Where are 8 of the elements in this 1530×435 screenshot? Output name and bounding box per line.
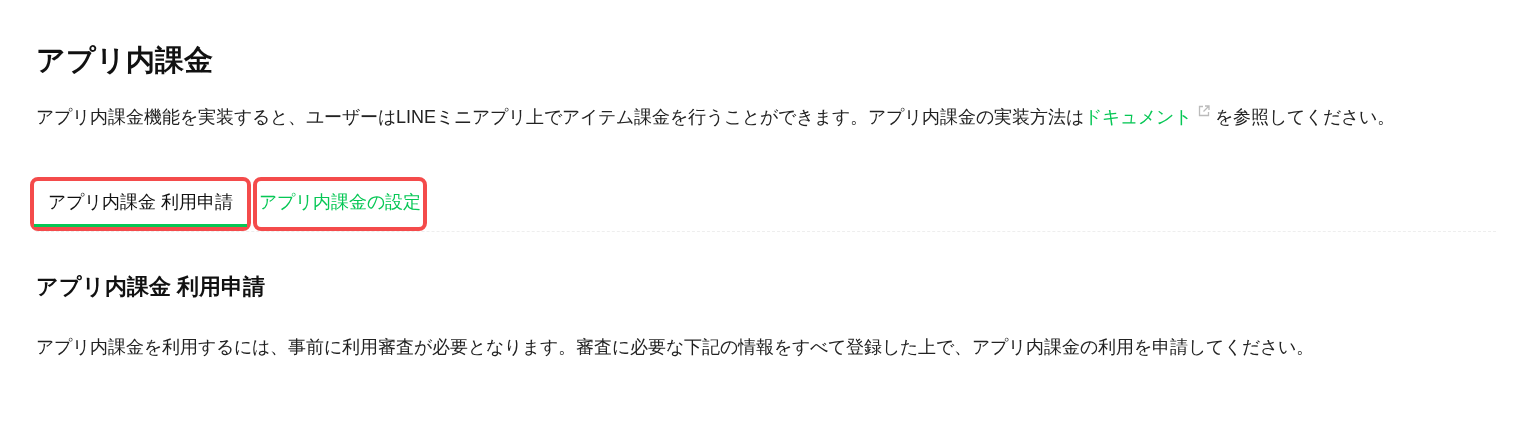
external-link-icon xyxy=(1198,105,1211,117)
description-text: アプリ内課金機能を実装すると、ユーザーはLINEミニアプリ上でアイテム課金を行うことができます。アプリ内課金の実装方法は ドキュメント を参照してください。 xyxy=(36,104,1397,129)
page-title: アプリ内課金 xyxy=(36,43,214,78)
document-link[interactable]: ドキュメント xyxy=(1084,107,1211,127)
section-text: アプリ内課金を利用するには、事前に利用審査が必要となります。審査に必要な下記の情報をすべて登録した上で、アプリ内課金の利用を申請してください。 xyxy=(36,336,1315,359)
tab[interactable]: アプリ内課金 利用申請 xyxy=(34,181,247,227)
tab[interactable]: アプリ内課金の設定 xyxy=(257,181,423,227)
section-heading: アプリ内課金 利用申請 xyxy=(36,273,267,301)
